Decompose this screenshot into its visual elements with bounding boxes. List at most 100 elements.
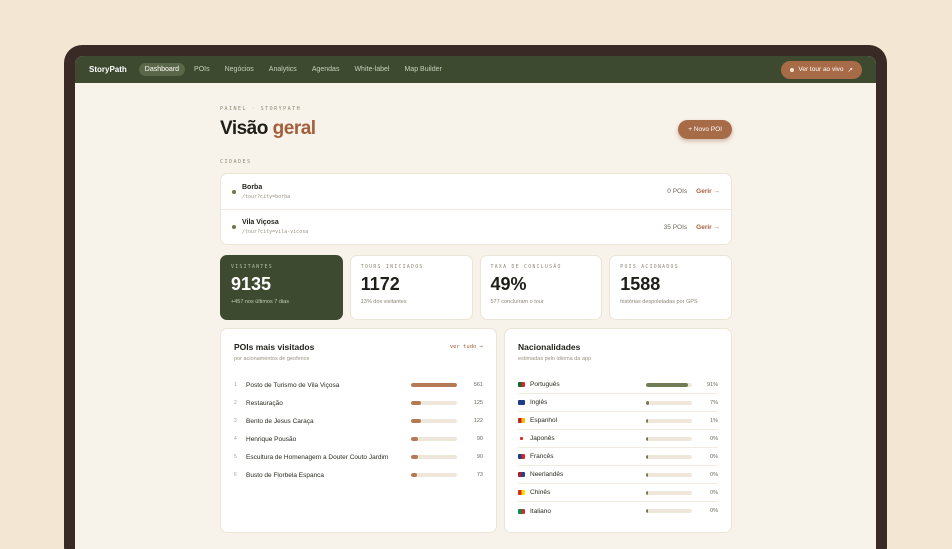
city-manage-link[interactable]: Gerir → bbox=[696, 188, 720, 195]
progress-bar-fill bbox=[411, 401, 422, 405]
list-item[interactable]: 1 Posto de Turismo de Vila Viçosa 561 bbox=[234, 376, 483, 394]
progress-bar-fill bbox=[411, 419, 422, 423]
nationality-percent: 0% bbox=[710, 508, 718, 514]
nav-analytics[interactable]: Analytics bbox=[263, 63, 303, 76]
nationality-percent: 0% bbox=[710, 489, 718, 496]
city-name: Vila Viçosa bbox=[242, 219, 279, 226]
stat-label: TAXA DE CONCLUSÃO bbox=[490, 265, 562, 270]
panels-row: POIs mais visitados por acionamentos de … bbox=[220, 328, 732, 533]
nav-white-label[interactable]: White-label bbox=[348, 63, 395, 76]
city-manage-link[interactable]: Gerir → bbox=[696, 224, 720, 231]
list-item[interactable]: 2 Restauração 125 bbox=[234, 394, 483, 412]
panel-subtitle: por acionamentos de geofence bbox=[234, 356, 310, 362]
stat-value: 49% bbox=[490, 274, 527, 294]
progress-bar-fill bbox=[411, 383, 457, 387]
nationality-name: Italiano bbox=[530, 507, 551, 515]
list-item[interactable]: 5 Escultura de Homenagem a Douter Couto J… bbox=[234, 448, 483, 466]
stat-sub: histórias despoletadas por GPS bbox=[620, 299, 698, 305]
france-flag-icon bbox=[518, 454, 525, 459]
stat-label: POIS ACIONADOS bbox=[620, 265, 679, 270]
stat-sub: 577 concluíram o tour bbox=[490, 299, 544, 305]
poi-count: 90 bbox=[476, 454, 483, 460]
nationality-name: Inglês bbox=[530, 399, 548, 406]
japan-flag-icon bbox=[518, 436, 525, 441]
top-nav-bar: StoryPath Dashboard POIs Negócios Analyt… bbox=[75, 56, 876, 83]
poi-name: Restauração bbox=[246, 399, 283, 407]
stat-label: VISITANTES bbox=[231, 265, 273, 270]
poi-rank: 5 bbox=[234, 454, 237, 460]
progress-bar bbox=[411, 383, 457, 387]
city-poi-count: 35 POIs bbox=[663, 223, 688, 231]
progress-bar-fill bbox=[646, 382, 688, 387]
stat-label: TOURS INICIADOS bbox=[360, 265, 424, 270]
progress-bar-fill bbox=[646, 490, 648, 495]
status-dot-icon bbox=[232, 189, 236, 194]
list-item[interactable]: 3 Bento de Jesus Caraça 122 bbox=[234, 412, 483, 430]
live-dot-icon bbox=[790, 67, 795, 72]
city-path: /tour?city=vila-vicosa bbox=[242, 229, 309, 235]
title-row: Visão geral + Novo POI bbox=[220, 118, 732, 140]
progress-bar bbox=[646, 436, 692, 441]
status-dot-icon bbox=[232, 225, 236, 229]
stat-card-pois: POIS ACIONADOS 1588 histórias despoletad… bbox=[609, 255, 732, 320]
top-pois-list: 1 Posto de Turismo de Vila Viçosa 561 2 Rest… bbox=[234, 376, 483, 484]
progress-bar bbox=[411, 473, 457, 477]
progress-bar bbox=[646, 382, 692, 387]
panel-header: Nacionalidades estimadas pelo idioma da … bbox=[518, 342, 718, 362]
progress-bar-fill bbox=[646, 418, 648, 423]
panel-title: POIs mais visitados bbox=[234, 342, 315, 352]
progress-bar bbox=[411, 437, 457, 441]
poi-rank: 3 bbox=[234, 418, 237, 424]
list-item: Francês 0% bbox=[518, 448, 718, 466]
main-nav: Dashboard POIs Negócios Analytics Agenda… bbox=[138, 63, 448, 76]
nav-agendas[interactable]: Agendas bbox=[306, 63, 346, 76]
progress-bar bbox=[411, 455, 457, 459]
brand-logo[interactable]: StoryPath bbox=[89, 65, 127, 74]
poi-name: Henrique Pousão bbox=[246, 435, 297, 443]
breadcrumb: PAINEL · STORYPATH bbox=[220, 106, 302, 112]
progress-bar-fill bbox=[646, 400, 650, 405]
progress-bar bbox=[646, 472, 692, 477]
poi-count: 125 bbox=[473, 400, 483, 406]
list-item: Neerlandês 0% bbox=[518, 466, 718, 484]
panel-title: Nacionalidades bbox=[518, 342, 581, 352]
poi-count: 561 bbox=[473, 382, 483, 388]
cities-list: Borba /tour?city=borba 0 POIs Gerir → Vi… bbox=[220, 173, 732, 245]
portugal-flag-icon bbox=[518, 382, 525, 387]
list-item[interactable]: 4 Henrique Pousão 90 bbox=[234, 430, 483, 448]
nationality-name: Português bbox=[530, 381, 560, 388]
city-name: Borba bbox=[242, 183, 263, 191]
city-row: Borba /tour?city=borba 0 POIs Gerir → bbox=[221, 174, 731, 209]
progress-bar-fill bbox=[646, 472, 648, 477]
live-tour-button[interactable]: Ver tour ao vivo ↗ bbox=[781, 60, 862, 79]
poi-name: Escultura de Homenagem a Douter Couto Ja… bbox=[246, 453, 389, 461]
china-flag-icon bbox=[518, 490, 525, 495]
app-screen: StoryPath Dashboard POIs Negócios Analyt… bbox=[75, 56, 876, 549]
nationality-name: Francês bbox=[530, 453, 554, 460]
progress-bar bbox=[646, 400, 692, 405]
stats-grid: VISITANTES 9135 +457 nos últimos 7 dias … bbox=[220, 255, 732, 320]
nationality-percent: 0% bbox=[710, 471, 718, 478]
see-all-link[interactable]: ver tudo → bbox=[450, 344, 483, 350]
list-item: Japonês 0% bbox=[518, 430, 718, 448]
progress-bar bbox=[411, 419, 457, 423]
list-item[interactable]: 6 Busto de Florbela Espanca 73 bbox=[234, 466, 483, 484]
new-poi-button[interactable]: + Novo POI bbox=[678, 119, 732, 139]
nav-pois[interactable]: POIs bbox=[188, 63, 216, 76]
city-path: /tour?city=borba bbox=[242, 193, 291, 200]
nationality-percent: 0% bbox=[710, 435, 718, 442]
nationality-name: Japonês bbox=[530, 435, 555, 442]
nav-negocios[interactable]: Negócios bbox=[219, 63, 260, 76]
poi-count: 90 bbox=[476, 436, 483, 442]
nav-map-builder[interactable]: Map Builder bbox=[398, 63, 447, 76]
city-row: Vila Viçosa /tour?city=vila-vicosa 35 PO… bbox=[221, 209, 731, 244]
nationality-name: Neerlandês bbox=[530, 471, 564, 478]
nationalities-panel: Nacionalidades estimadas pelo idioma da … bbox=[504, 328, 732, 533]
poi-rank: 4 bbox=[234, 436, 237, 442]
progress-bar-fill bbox=[646, 509, 648, 513]
progress-bar-fill bbox=[646, 436, 648, 441]
nav-dashboard[interactable]: Dashboard bbox=[138, 63, 186, 76]
netherlands-flag-icon bbox=[518, 472, 525, 477]
progress-bar-fill bbox=[411, 437, 419, 441]
nationality-percent: 7% bbox=[710, 399, 718, 406]
